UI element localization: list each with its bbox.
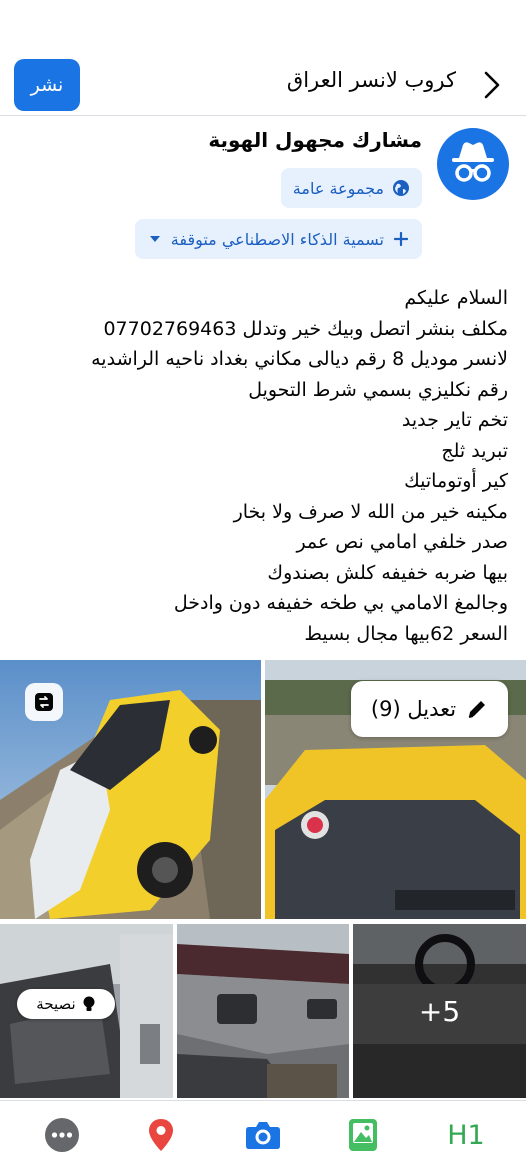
photo-icon <box>349 1119 377 1151</box>
post-line: مكينه خير من الله لا صرف ولا بخار <box>233 500 508 523</box>
post-line: وجالمغ الامامي بي طخه خفيفه دون وادخل <box>173 592 508 614</box>
more-photos-count[interactable]: +5 <box>353 924 526 1098</box>
post-line: تبريد ثلج <box>441 439 508 462</box>
composer-header: نشر كروب لانسر العراق <box>0 54 526 116</box>
photo-video-button[interactable] <box>343 1115 383 1155</box>
lightbulb-icon <box>83 996 95 1011</box>
post-line: كير أوتوماتيك <box>404 470 508 492</box>
post-line: صدر خلفي امامي نص عمر <box>296 531 508 553</box>
create-post-screen: نشر كروب لانسر العراق مشارك مجهول الهوية… <box>0 0 526 1169</box>
anonymous-avatar <box>437 128 509 200</box>
globe-icon <box>393 180 409 196</box>
location-pin-icon <box>149 1119 173 1151</box>
composer-toolbar: H1 <box>0 1100 526 1169</box>
post-line: السعر 62بيها مجال بسيط <box>304 622 508 645</box>
more-options-button[interactable] <box>42 1115 82 1155</box>
caret-down-icon <box>149 236 160 242</box>
post-line: رقم نكليزي بسمي شرط التحويل <box>248 378 508 401</box>
post-line: مكلف بنشر اتصل وبيك خير وتدلل 0770276946… <box>103 317 508 340</box>
audience-selector[interactable]: مجموعة عامة <box>280 168 422 208</box>
audience-label: مجموعة عامة <box>292 178 384 198</box>
tip-label: نصيحة <box>36 995 76 1013</box>
incognito-icon <box>452 142 494 182</box>
edit-label: تعديل (9) <box>370 697 457 721</box>
author-name: مشارك مجهول الهوية <box>208 128 422 152</box>
post-button[interactable]: نشر <box>14 59 80 111</box>
post-text[interactable]: السلام عليكم مكلف بنشر اتصل وبيك خير وتد… <box>18 283 508 649</box>
camera-icon <box>246 1122 280 1149</box>
post-line: بيها ضربه خفيفه كلش بصندوك <box>267 561 508 584</box>
group-title: كروب لانسر العراق <box>286 68 456 92</box>
photo-dashboard[interactable] <box>177 924 349 1098</box>
edit-photos-button[interactable]: تعديل (9) <box>351 681 508 737</box>
post-line: لانسر موديل 8 رقم ديالى مكاني بغداد ناحي… <box>91 348 508 370</box>
pencil-icon <box>468 701 486 718</box>
post-line: السلام عليكم <box>404 287 508 309</box>
heading-format-button[interactable]: H1 <box>442 1115 490 1155</box>
tip-button[interactable]: نصيحة <box>17 989 115 1019</box>
more-dots-icon <box>45 1118 79 1152</box>
plus-icon <box>394 232 408 246</box>
back-arrow-icon[interactable] <box>482 70 502 100</box>
multi-photo-icon[interactable] <box>25 683 63 721</box>
camera-button[interactable] <box>243 1115 283 1155</box>
post-line: تخم تاير جديد <box>401 409 508 431</box>
ai-label-selector[interactable]: تسمية الذكاء الاصطناعي متوقفة <box>134 219 422 259</box>
location-button[interactable] <box>141 1115 181 1155</box>
ai-label-text: تسمية الذكاء الاصطناعي متوقفة <box>170 229 384 249</box>
